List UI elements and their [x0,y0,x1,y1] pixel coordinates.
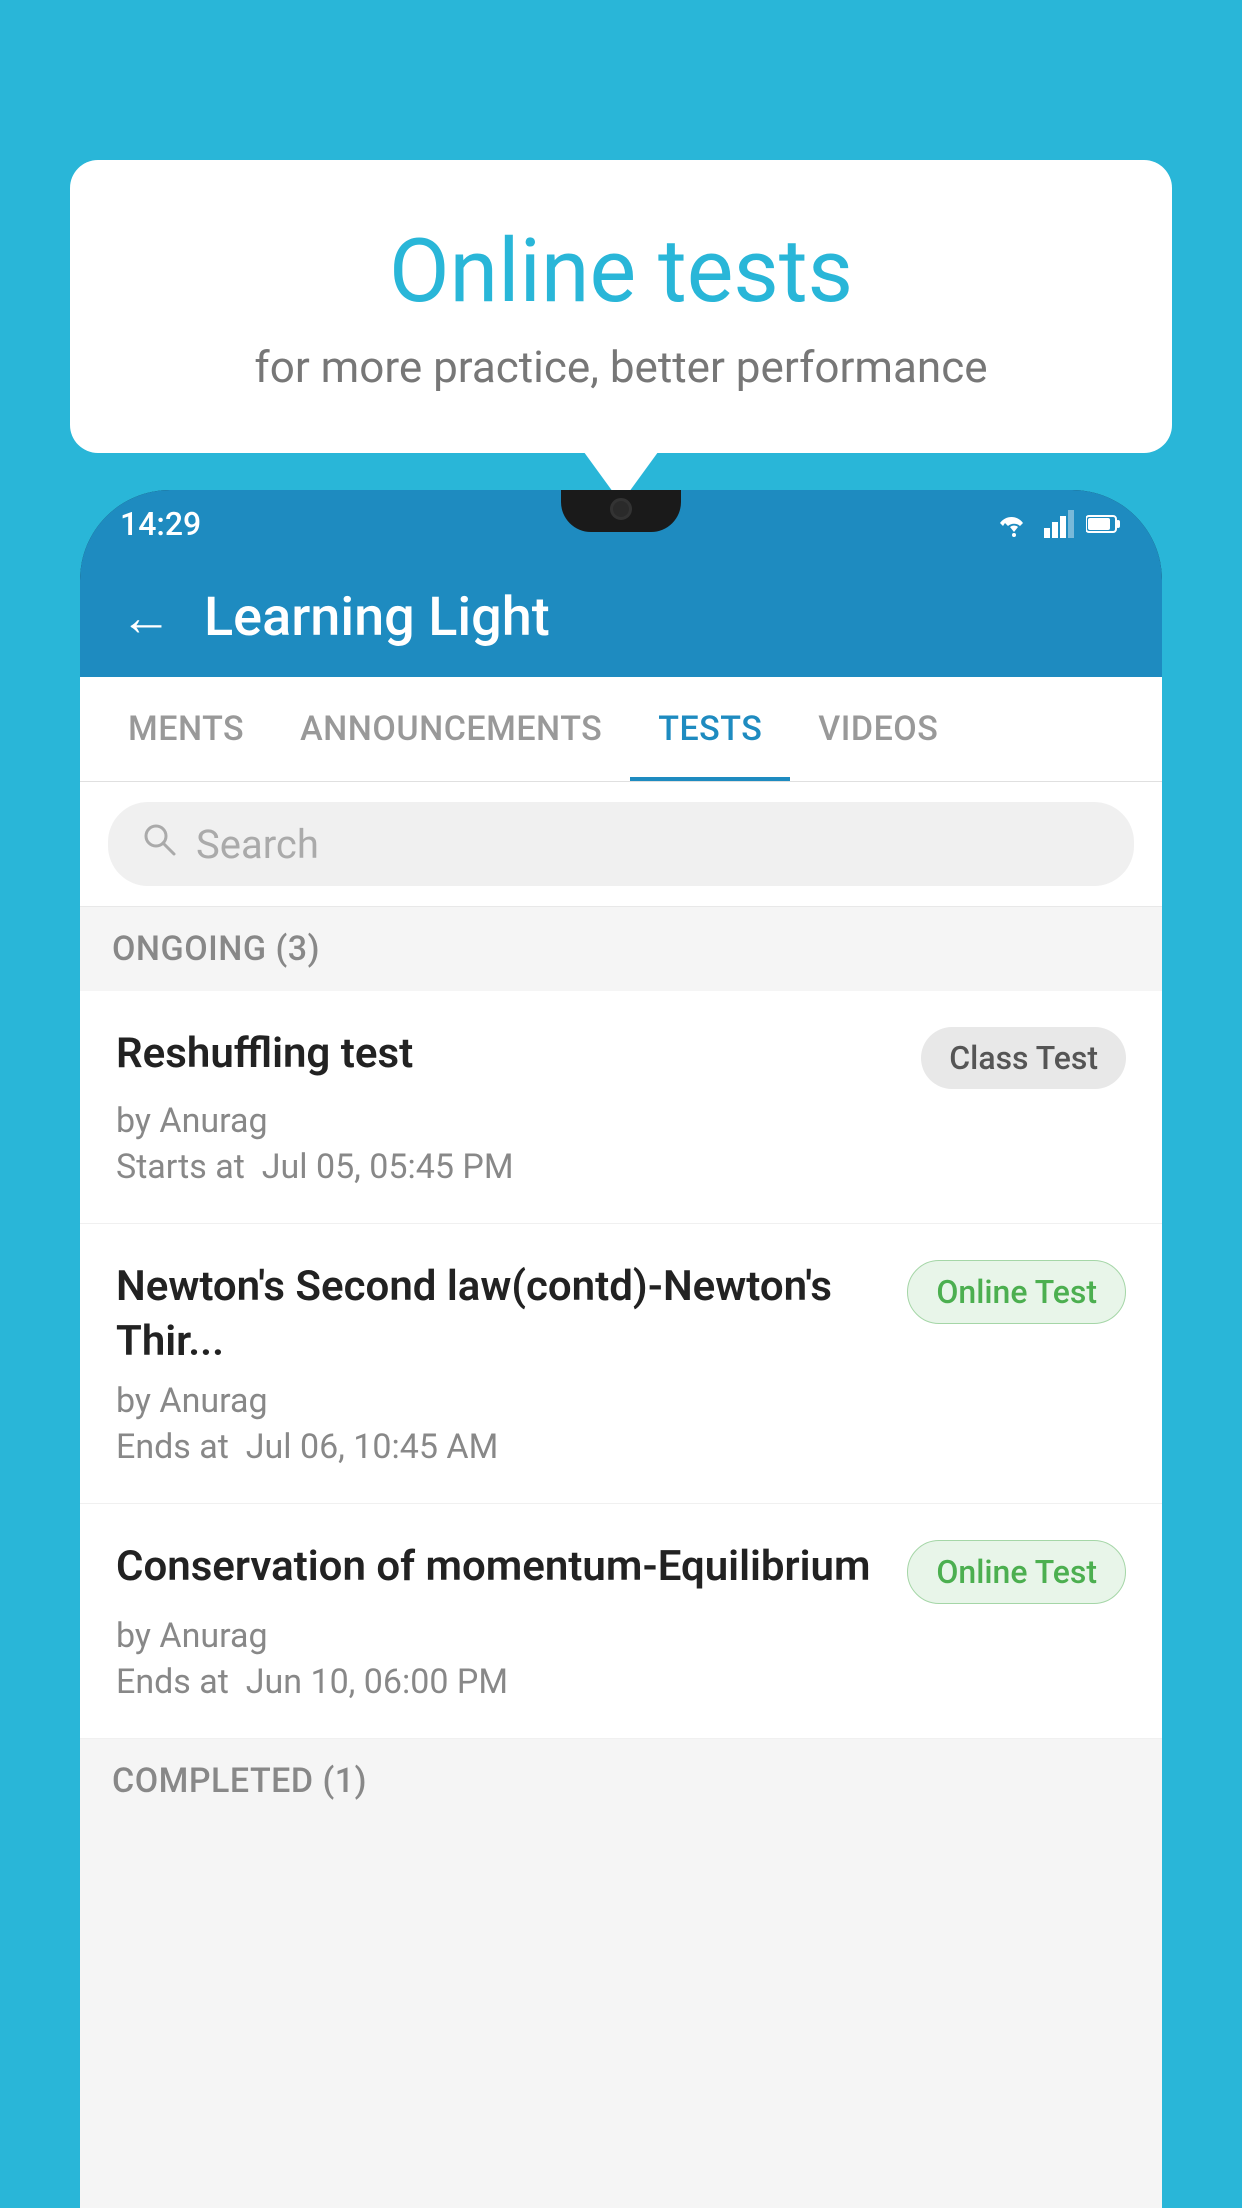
app-title: Learning Light [204,586,550,649]
badge-class-test-reshuffling: Class Test [921,1027,1126,1089]
status-icons [996,510,1122,538]
search-bar[interactable]: Search [108,802,1134,886]
badge-online-conservation: Online Test [907,1540,1126,1604]
speech-bubble: Online tests for more practice, better p… [70,160,1172,453]
signal-icon [1044,510,1074,538]
front-camera [610,498,632,520]
search-container: Search [80,782,1162,907]
test-time-conservation: Ends at Jun 10, 06:00 PM [116,1662,1126,1702]
test-name-newtons: Newton's Second law(contd)-Newton's Thir… [116,1260,907,1369]
search-icon [140,820,178,868]
phone-frame: 14:29 ← Learning Light [80,490,1162,2208]
wifi-icon [996,510,1032,538]
notch [561,490,681,532]
test-card-conservation[interactable]: Conservation of momentum-Equilibrium Onl… [80,1504,1162,1739]
test-card-reshuffling[interactable]: Reshuffling test Class Test by Anurag St… [80,991,1162,1224]
test-name-conservation: Conservation of momentum-Equilibrium [116,1540,907,1595]
tab-ments[interactable]: MENTS [100,677,272,781]
tab-bar: MENTS ANNOUNCEMENTS TESTS VIDEOS [80,677,1162,782]
ongoing-section-header: ONGOING (3) [80,907,1162,991]
test-by-reshuffling: by Anurag [116,1101,1126,1141]
status-time: 14:29 [120,505,201,543]
tab-announcements[interactable]: ANNOUNCEMENTS [272,677,630,781]
test-name-reshuffling: Reshuffling test [116,1027,921,1082]
status-bar: 14:29 [80,490,1162,558]
test-time-newtons: Ends at Jul 06, 10:45 AM [116,1427,1126,1467]
back-button[interactable]: ← [120,587,172,648]
test-by-conservation: by Anurag [116,1616,1126,1656]
badge-online-newtons: Online Test [907,1260,1126,1324]
test-time-reshuffling: Starts at Jul 05, 05:45 PM [116,1147,1126,1187]
tab-tests[interactable]: TESTS [630,677,790,781]
test-card-newtons[interactable]: Newton's Second law(contd)-Newton's Thir… [80,1224,1162,1504]
search-placeholder: Search [196,821,319,868]
tab-videos[interactable]: VIDEOS [790,677,966,781]
battery-icon [1086,514,1122,534]
screen-content: MENTS ANNOUNCEMENTS TESTS VIDEOS [80,677,1162,2208]
test-by-newtons: by Anurag [116,1381,1126,1421]
bubble-title: Online tests [150,220,1092,323]
completed-section-header: COMPLETED (1) [80,1739,1162,1823]
bubble-subtitle: for more practice, better performance [150,341,1092,393]
app-header: ← Learning Light [80,558,1162,677]
